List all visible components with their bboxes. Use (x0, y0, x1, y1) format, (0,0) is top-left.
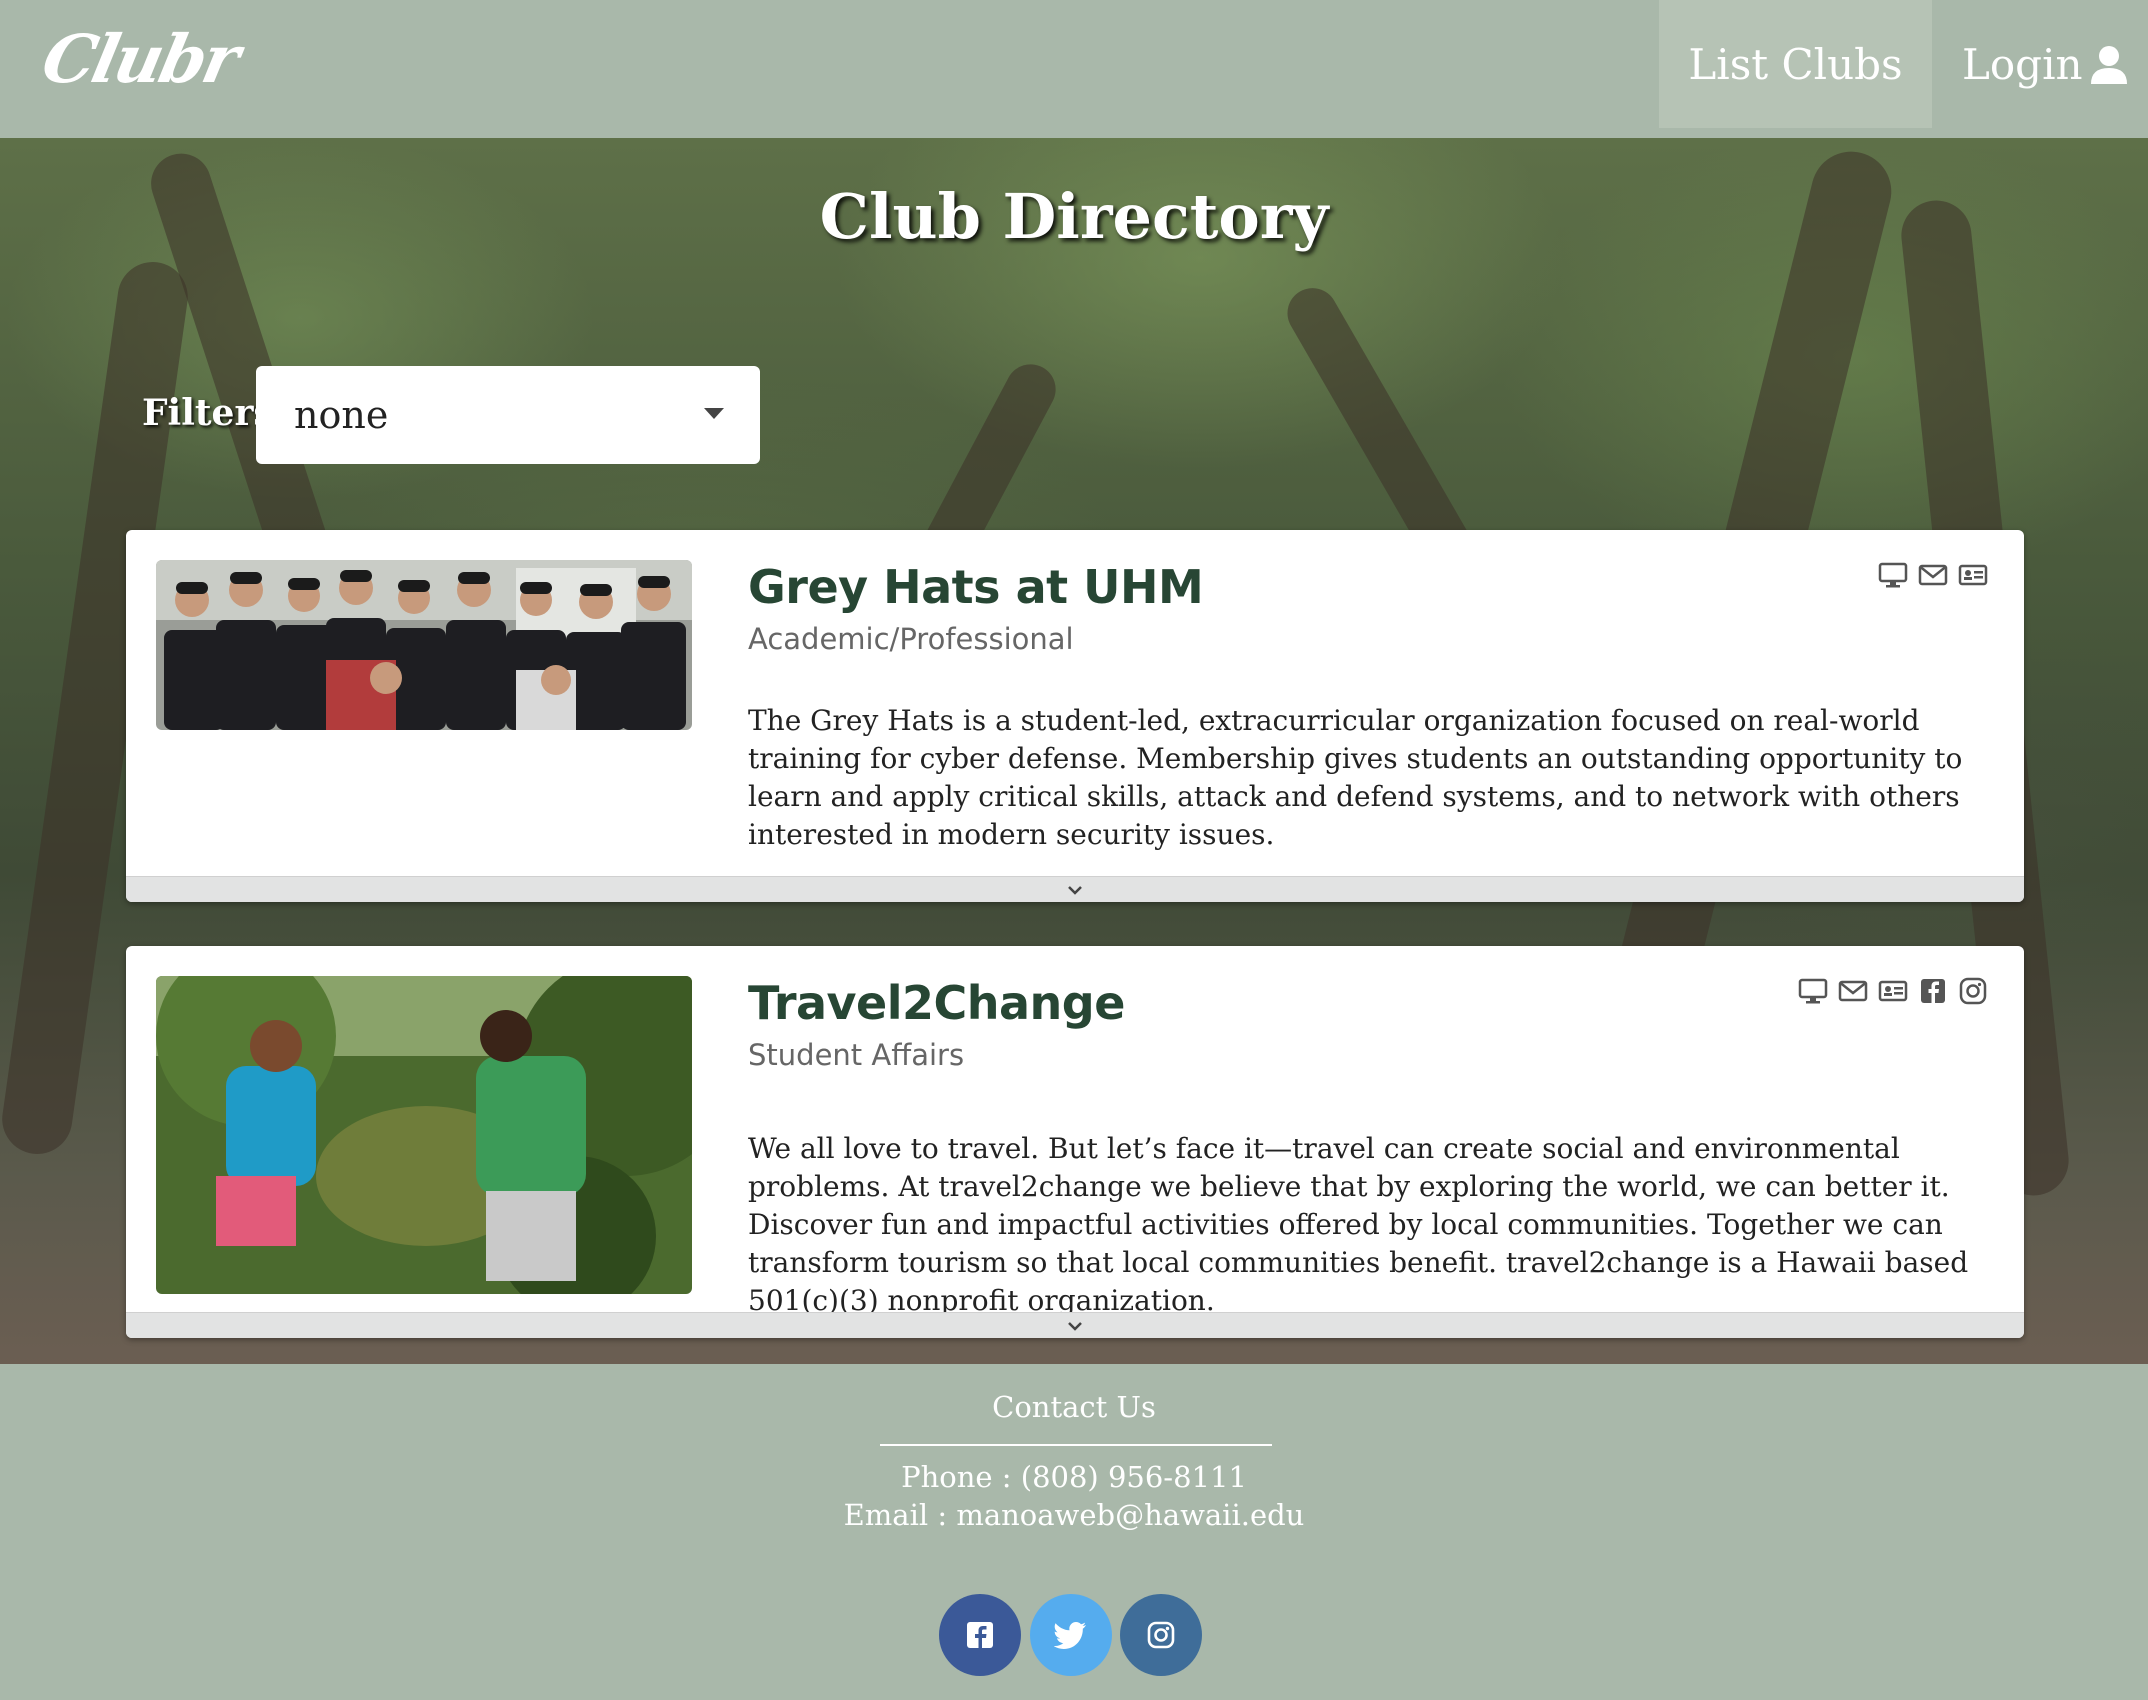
filters-label: Filters (142, 392, 274, 434)
club-contact-icons (1878, 560, 1988, 590)
club-category: Academic/Professional (748, 622, 1074, 656)
filter-selected-value: none (294, 393, 389, 437)
instagram-icon[interactable] (1958, 976, 1988, 1006)
facebook-icon[interactable] (1918, 976, 1948, 1006)
contact-divider (880, 1444, 1272, 1446)
caret-down-icon (704, 408, 724, 419)
facebook-icon (967, 1622, 993, 1648)
contact-phone: Phone : (808) 956-8111 (901, 1460, 1247, 1494)
chevron-down-icon (1068, 1321, 1082, 1331)
club-photo-travel2change (156, 976, 692, 1294)
club-description: The Grey Hats is a student-led, extracur… (748, 704, 1963, 851)
instagram-button[interactable] (1120, 1594, 1202, 1676)
club-card[interactable]: Grey Hats at UHM Academic/Professional T… (126, 530, 2024, 902)
facebook-button[interactable] (939, 1594, 1021, 1676)
envelope-icon[interactable] (1838, 976, 1868, 1006)
club-description: We all love to travel. But let’s face it… (748, 1132, 1969, 1317)
club-photo-grey-hats (156, 560, 692, 730)
contact-heading: Contact Us (992, 1390, 1156, 1424)
page-title: Club Directory (819, 180, 1329, 253)
club-name[interactable]: Grey Hats at UHM (748, 560, 1204, 614)
clubr-logo[interactable]: Clubr (36, 20, 244, 98)
club-category: Student Affairs (748, 1038, 965, 1072)
filter-select[interactable]: none (256, 366, 760, 464)
envelope-icon[interactable] (1918, 560, 1948, 590)
id-card-icon[interactable] (1958, 560, 1988, 590)
twitter-icon (1054, 1622, 1086, 1649)
twitter-button[interactable] (1030, 1594, 1112, 1676)
nav-list-clubs[interactable]: List Clubs (1659, 0, 1932, 128)
chevron-down-icon (1068, 885, 1082, 895)
id-card-icon[interactable] (1878, 976, 1908, 1006)
navbar: Clubr List Clubs Login (0, 0, 2148, 138)
expand-toggle[interactable] (126, 876, 2024, 902)
login-label: Login (1962, 39, 2083, 89)
expand-toggle[interactable] (126, 1312, 2024, 1338)
contact-email[interactable]: Email : manoaweb@hawaii.edu (0, 1498, 2148, 1532)
instagram-icon (1147, 1621, 1175, 1649)
nav-login[interactable]: Login (1962, 0, 2148, 128)
monitor-icon[interactable] (1798, 976, 1828, 1006)
footer: Contact Us Phone : (808) 956-8111 Email … (0, 1364, 2148, 1700)
monitor-icon[interactable] (1878, 560, 1908, 590)
club-contact-icons (1798, 976, 1988, 1006)
user-icon (2090, 46, 2127, 84)
club-card[interactable]: Travel2Change Student Affairs We all lov… (126, 946, 2024, 1338)
club-name[interactable]: Travel2Change (748, 976, 1125, 1030)
